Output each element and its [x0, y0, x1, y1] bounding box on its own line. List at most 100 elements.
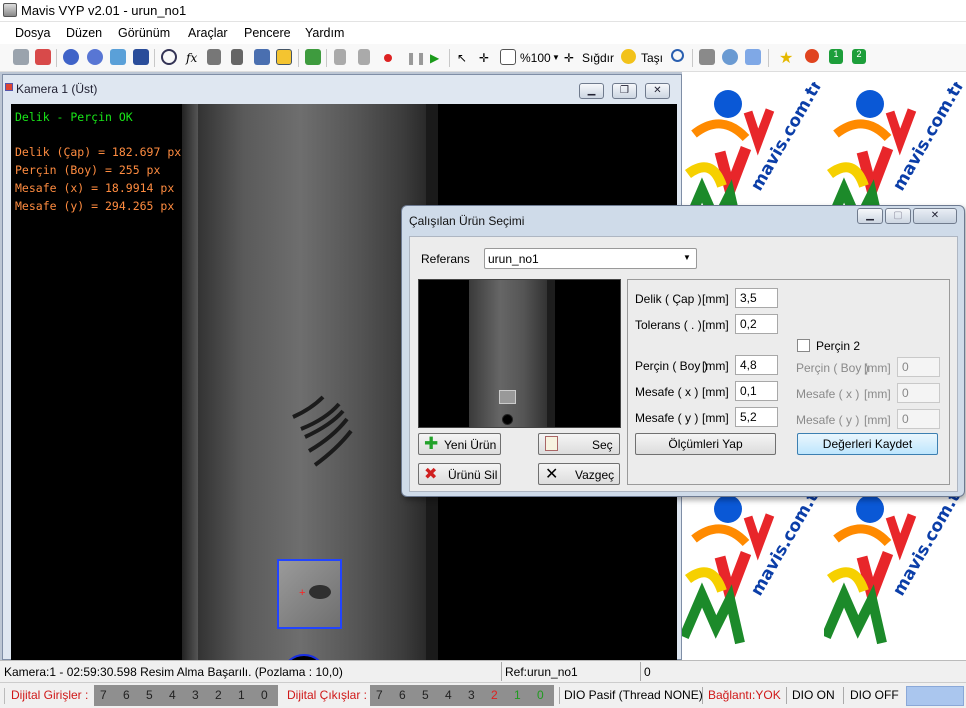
checklist-icon[interactable] [35, 49, 51, 65]
notepad-icon [545, 436, 558, 451]
field-unit: [mm] [702, 359, 729, 373]
distance-x-input[interactable]: 0,1 [735, 381, 778, 401]
status-message: Kamera:1 - 02:59:30.598 Resim Alma Başar… [4, 665, 343, 679]
progress-indicator [906, 686, 964, 706]
settings-gear-icon[interactable] [63, 49, 79, 65]
save-values-button[interactable]: Değerleri Kaydet [797, 433, 938, 455]
field2-label: Perçin ( Boy ) [796, 361, 869, 375]
menu-araclar[interactable]: Araçlar [188, 26, 228, 40]
referans-label: Referans [421, 252, 470, 266]
tool-pen-icon[interactable] [207, 49, 221, 65]
field2-unit: [mm] [864, 361, 891, 375]
product-selection-dialog[interactable]: Çalışılan Ürün Seçimi ▁ ▢ ✕ Referans uru… [401, 205, 965, 497]
digital-inputs: 7 6 5 4 3 2 1 0 [94, 685, 278, 706]
field-label: Mesafe ( y ) [635, 411, 699, 425]
record-icon[interactable] [384, 54, 392, 62]
output-bit[interactable]: 2 [491, 688, 498, 702]
crosshair-icon[interactable]: ✛ [479, 51, 489, 65]
distance2-x-input: 0 [897, 383, 940, 403]
menu-yardim[interactable]: Yardım [305, 26, 344, 40]
field-unit: [mm] [702, 318, 729, 332]
dropdown-arrow-icon: ▼ [683, 253, 691, 262]
delete-product-button[interactable]: ✖ Ürünü Sil [418, 463, 501, 485]
output-bit[interactable]: 3 [468, 688, 475, 702]
search-icon[interactable] [671, 49, 684, 62]
move-button[interactable]: Taşı [641, 51, 663, 65]
camera-2-icon[interactable]: 2 [852, 49, 866, 64]
cancel-button[interactable]: ✕ Vazgeç [538, 463, 620, 485]
audio-icon[interactable] [276, 49, 292, 65]
grid-icon[interactable] [13, 49, 29, 65]
roi-cross-icon: + [299, 587, 306, 599]
save-icon[interactable] [133, 49, 149, 65]
zoom-inspect-icon[interactable] [161, 49, 177, 65]
menu-dosya[interactable]: Dosya [15, 26, 50, 40]
dialog-minimize-button[interactable]: ▁ [857, 208, 883, 224]
close-button[interactable]: ✕ [645, 83, 670, 99]
menu-duzen[interactable]: Düzen [66, 26, 102, 40]
align-right-icon[interactable] [358, 49, 370, 65]
field2-label: Mesafe ( x ) [796, 387, 860, 401]
referans-select[interactable]: urun_no1 ▼ [484, 248, 697, 269]
zoom-level[interactable]: %100 [520, 51, 551, 65]
app-icon [3, 3, 17, 17]
plus-icon: ✚ [424, 434, 439, 453]
dio-off-button[interactable]: DIO OFF [850, 688, 899, 702]
stop-icon[interactable] [805, 49, 819, 63]
measure-button[interactable]: Ölçümleri Yap [635, 433, 776, 455]
align-left-icon[interactable] [334, 49, 346, 65]
output-bit[interactable]: 4 [445, 688, 452, 702]
network-icon[interactable] [722, 49, 738, 65]
measure-distance-y: Mesafe (y) = 294.265 px [15, 199, 175, 213]
digital-outputs[interactable]: 7 6 5 4 3 2 1 0 [370, 685, 554, 706]
dialog-close-button[interactable]: ✕ [913, 208, 957, 224]
move-icon[interactable] [621, 49, 636, 64]
menu-gorunum[interactable]: Görünüm [118, 26, 170, 40]
delete-x-icon: ✖ [424, 466, 438, 483]
fit-icon[interactable]: ✛ [564, 51, 574, 65]
function-icon[interactable]: fx [186, 51, 197, 65]
pause-icon[interactable]: ❚❚ [406, 51, 426, 65]
mavis-logo: mavis.com.tr [821, 481, 966, 660]
distance-y-input[interactable]: 5,2 [735, 407, 778, 427]
minimize-button[interactable]: ▁ [579, 83, 604, 99]
field-unit: [mm] [702, 385, 729, 399]
rivet-length-input[interactable]: 4,8 [735, 355, 778, 375]
select-button[interactable]: Seç [538, 433, 620, 455]
restore-button[interactable]: ❐ [612, 83, 637, 99]
dialog-maximize-button: ▢ [885, 208, 911, 224]
percin2-checkbox[interactable] [797, 339, 810, 352]
output-bit[interactable]: 1 [514, 688, 521, 702]
output-bit[interactable]: 6 [399, 688, 406, 702]
output-bit[interactable]: 5 [422, 688, 429, 702]
zoom-page-icon[interactable] [500, 49, 516, 65]
tolerance-input[interactable]: 0,2 [735, 314, 778, 334]
ruler-icon[interactable] [231, 49, 243, 65]
new-product-button[interactable]: ✚ Yeni Ürün [418, 433, 501, 455]
digital-inputs-label: Dijital Girişler : [11, 688, 89, 702]
image-icon[interactable] [110, 49, 126, 65]
star-icon[interactable]: ★ [779, 48, 793, 68]
print-icon[interactable] [699, 49, 715, 65]
output-bit[interactable]: 7 [376, 688, 383, 702]
calculator-icon[interactable] [254, 49, 270, 65]
dio-on-button[interactable]: DIO ON [792, 688, 835, 702]
add-window-icon[interactable] [745, 49, 761, 65]
input-bit: 6 [123, 688, 130, 702]
dio-thread-status: DIO Pasif (Thread NONE) [564, 688, 703, 702]
film-icon[interactable] [305, 49, 321, 65]
zoom-dropdown-icon[interactable]: ▼ [552, 53, 560, 62]
input-bit: 7 [100, 688, 107, 702]
marker-scribble [292, 395, 353, 467]
field2-unit: [mm] [864, 387, 891, 401]
hole-diameter-input[interactable]: 3,5 [735, 288, 778, 308]
output-bit[interactable]: 0 [537, 688, 544, 702]
fit-button[interactable]: Sığdır [582, 51, 614, 65]
field-label: Delik ( Çap ) [635, 292, 702, 306]
settings-gears-icon[interactable] [87, 49, 103, 65]
pointer-icon[interactable]: ↖ [457, 51, 467, 65]
menu-pencere[interactable]: Pencere [244, 26, 291, 40]
camera-1-icon[interactable]: 1 [829, 49, 843, 64]
field-label: Mesafe ( x ) [635, 385, 699, 399]
play-icon[interactable]: ▶ [430, 51, 439, 65]
